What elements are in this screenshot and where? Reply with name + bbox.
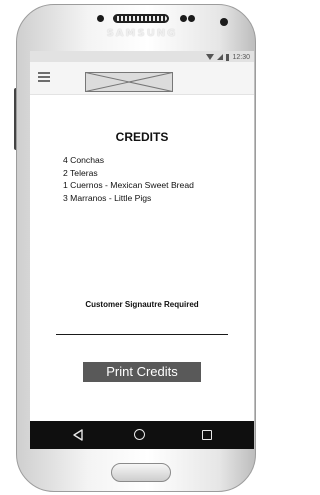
physical-home-button[interactable]: [111, 463, 171, 482]
sensor-dot: [97, 15, 104, 22]
hamburger-menu-icon[interactable]: [38, 72, 50, 82]
credit-item: 4 Conchas: [63, 155, 105, 165]
app-bar: [30, 62, 254, 95]
wifi-icon: [206, 54, 215, 60]
credit-item: 3 Marranos - Little Pigs: [63, 193, 152, 204]
front-camera: [220, 18, 228, 26]
brand-logo: SAMSUNG: [106, 28, 178, 39]
recent-apps-icon[interactable]: [202, 430, 212, 440]
camera-dot: [180, 15, 187, 22]
status-bar: 12:30: [30, 51, 254, 62]
camera-dot-secondary: [188, 15, 195, 22]
navigation-bar: [30, 421, 254, 449]
back-icon[interactable]: [72, 429, 84, 441]
signal-icon: [217, 54, 224, 60]
status-time: 12:30: [232, 53, 250, 61]
battery-icon: [226, 53, 230, 61]
credit-list: 4 Conchas 2 Teleras 1 Cuernos - Mexican …: [63, 154, 194, 205]
screen: 12:30 CREDITS 4 Conchas 2 Teleras 1 Cuer…: [30, 51, 254, 449]
print-credits-button[interactable]: Print Credits: [83, 362, 201, 382]
credit-item: 2 Teleras: [63, 167, 98, 178]
phone-frame: SAMSUNG 12:30 CREDITS 4 Conchas 2 Telera…: [0, 0, 257, 495]
signature-label: Customer Signautre Required: [85, 300, 199, 309]
logo-image-placeholder: [85, 72, 173, 92]
signature-line[interactable]: [56, 334, 228, 335]
status-icons: 12:30: [206, 52, 250, 62]
credits-title: CREDITS: [115, 130, 169, 144]
credit-item: 1 Cuernos - Mexican Sweet Bread: [63, 180, 194, 191]
earpiece-speaker: [113, 14, 169, 23]
home-icon[interactable]: [134, 429, 145, 440]
